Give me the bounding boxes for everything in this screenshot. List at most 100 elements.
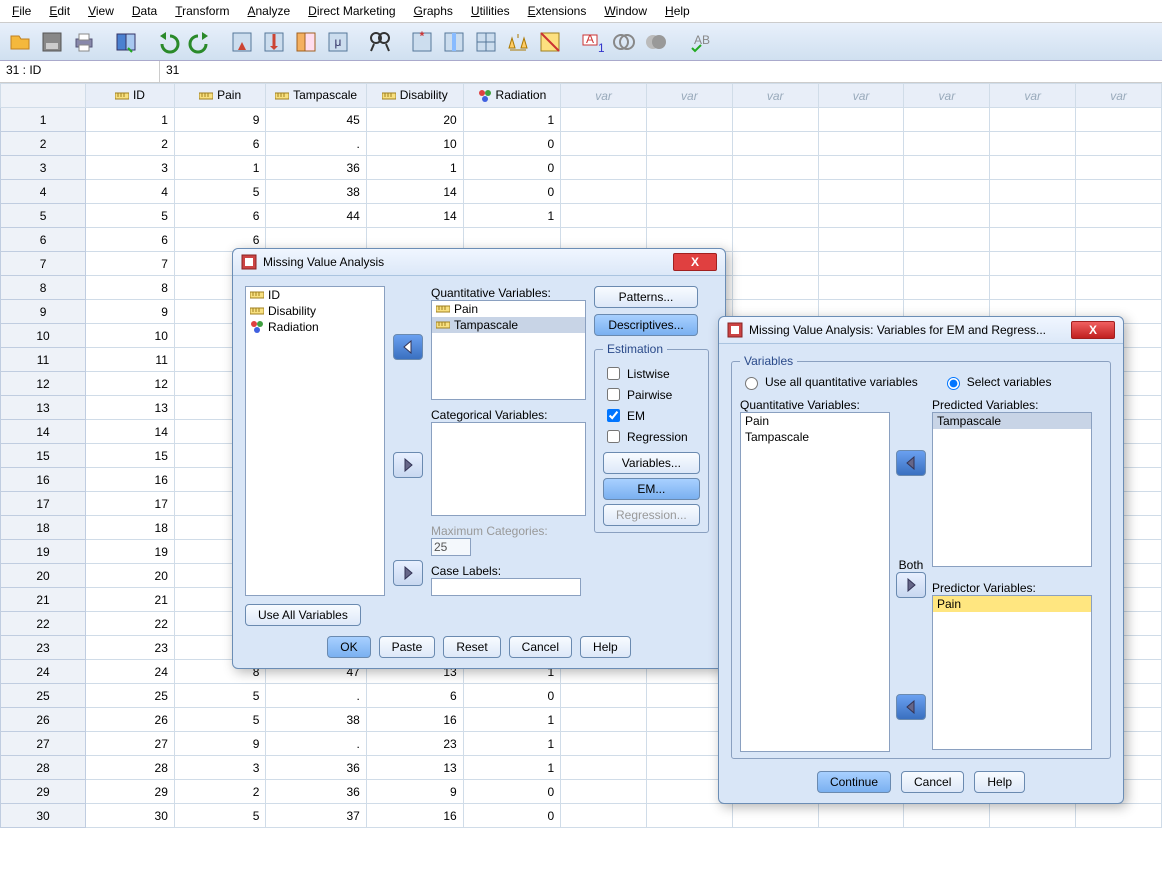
row-header[interactable]: 26 xyxy=(1,708,86,732)
cell[interactable]: 18 xyxy=(86,516,175,540)
quant-item-tampascale[interactable]: Tampascale xyxy=(741,429,889,445)
cell-blank[interactable] xyxy=(990,276,1076,300)
quantitative-variables-list[interactable]: PainTampascale xyxy=(431,300,586,400)
column-header-blank[interactable]: var xyxy=(561,84,647,108)
cell-blank[interactable] xyxy=(904,108,990,132)
descriptives-button[interactable]: Descriptives... xyxy=(594,314,698,336)
variables-button[interactable]: Variables... xyxy=(603,452,700,474)
cell-blank[interactable] xyxy=(561,684,647,708)
cell[interactable]: 6 xyxy=(174,132,266,156)
cell-blank[interactable] xyxy=(1076,132,1162,156)
cell-blank[interactable] xyxy=(818,180,904,204)
reset-button[interactable]: Reset xyxy=(443,636,500,658)
variables-icon[interactable] xyxy=(292,28,320,56)
cell-blank[interactable] xyxy=(818,804,904,828)
cell-blank[interactable] xyxy=(1076,108,1162,132)
cell-blank[interactable] xyxy=(732,252,818,276)
cell-blank[interactable] xyxy=(904,132,990,156)
cell-blank[interactable] xyxy=(732,180,818,204)
cell[interactable]: 0 xyxy=(463,780,560,804)
var-item-disability[interactable]: Disability xyxy=(246,303,384,319)
use-all-variables-button[interactable]: Use All Variables xyxy=(245,604,361,626)
to-predicted-button[interactable] xyxy=(896,450,926,476)
cell-blank[interactable] xyxy=(561,132,647,156)
menu-extensions[interactable]: Extensions xyxy=(520,2,595,20)
em-checkbox[interactable]: EM xyxy=(603,406,700,425)
row-header[interactable]: 21 xyxy=(1,588,86,612)
cell[interactable]: 19 xyxy=(86,540,175,564)
row-header[interactable]: 14 xyxy=(1,420,86,444)
row-header[interactable]: 15 xyxy=(1,444,86,468)
cell[interactable]: 9 xyxy=(86,300,175,324)
pairwise-checkbox[interactable]: Pairwise xyxy=(603,385,700,404)
cell[interactable]: 14 xyxy=(86,420,175,444)
var-item-id[interactable]: ID xyxy=(246,287,384,303)
cell[interactable]: 37 xyxy=(266,804,366,828)
cell-blank[interactable] xyxy=(1076,156,1162,180)
cell-blank[interactable] xyxy=(990,108,1076,132)
cell-blank[interactable] xyxy=(1076,252,1162,276)
cell[interactable]: 13 xyxy=(366,756,463,780)
show-all-icon[interactable] xyxy=(642,28,670,56)
cell[interactable]: 5 xyxy=(86,204,175,228)
close-button[interactable]: X xyxy=(1071,321,1115,339)
row-header[interactable]: 28 xyxy=(1,756,86,780)
row-header[interactable]: 30 xyxy=(1,804,86,828)
cell[interactable]: 36 xyxy=(266,780,366,804)
both-button[interactable] xyxy=(896,572,926,598)
cell-blank[interactable] xyxy=(561,708,647,732)
regression-checkbox[interactable]: Regression xyxy=(603,427,700,446)
menu-window[interactable]: Window xyxy=(596,2,655,20)
cell[interactable]: 1 xyxy=(463,732,560,756)
row-header[interactable]: 29 xyxy=(1,780,86,804)
cell-blank[interactable] xyxy=(561,180,647,204)
cell[interactable]: 15 xyxy=(86,444,175,468)
cell[interactable]: 9 xyxy=(366,780,463,804)
cell[interactable]: 0 xyxy=(463,804,560,828)
dialog-titlebar[interactable]: Missing Value Analysis X xyxy=(233,249,725,276)
cell[interactable]: 45 xyxy=(266,108,366,132)
cell-blank[interactable] xyxy=(904,276,990,300)
menu-file[interactable]: File xyxy=(4,2,39,20)
cell[interactable]: 5 xyxy=(174,804,266,828)
row-header[interactable]: 22 xyxy=(1,612,86,636)
cell[interactable]: 1 xyxy=(86,108,175,132)
cell-blank[interactable] xyxy=(818,204,904,228)
cell-blank[interactable] xyxy=(732,156,818,180)
cell-blank[interactable] xyxy=(990,804,1076,828)
undo-icon[interactable] xyxy=(154,28,182,56)
cell[interactable]: 25 xyxy=(86,684,175,708)
cell[interactable]: 11 xyxy=(86,348,175,372)
cell[interactable]: 30 xyxy=(86,804,175,828)
cell-blank[interactable] xyxy=(561,780,647,804)
row-header[interactable]: 13 xyxy=(1,396,86,420)
cell[interactable]: 0 xyxy=(463,156,560,180)
cell[interactable]: 36 xyxy=(266,756,366,780)
goto-case-icon[interactable] xyxy=(228,28,256,56)
cell-blank[interactable] xyxy=(1076,180,1162,204)
cell[interactable]: 26 xyxy=(86,708,175,732)
cell[interactable]: 16 xyxy=(86,468,175,492)
cell-blank[interactable] xyxy=(1076,204,1162,228)
quant-item-tampascale[interactable]: Tampascale xyxy=(432,317,585,333)
cell-blank[interactable] xyxy=(561,108,647,132)
cell-blank[interactable] xyxy=(990,132,1076,156)
patterns-button[interactable]: Patterns... xyxy=(594,286,698,308)
cell-blank[interactable] xyxy=(1076,228,1162,252)
ok-button[interactable]: OK xyxy=(327,636,370,658)
cell[interactable]: 20 xyxy=(86,564,175,588)
predicted-variables-list[interactable]: Tampascale xyxy=(932,412,1092,567)
cell-blank[interactable] xyxy=(818,108,904,132)
cell[interactable]: 6 xyxy=(174,204,266,228)
cell[interactable]: 22 xyxy=(86,612,175,636)
cell-blank[interactable] xyxy=(732,276,818,300)
cell-blank[interactable] xyxy=(818,132,904,156)
use-all-radio[interactable]: Use all quantitative variables xyxy=(740,374,918,390)
cell[interactable]: 5 xyxy=(174,180,266,204)
quant-item-pain[interactable]: Pain xyxy=(432,301,585,317)
cell[interactable]: 21 xyxy=(86,588,175,612)
row-header[interactable]: 23 xyxy=(1,636,86,660)
cell-blank[interactable] xyxy=(904,228,990,252)
column-header-blank[interactable]: var xyxy=(1076,84,1162,108)
column-header-pain[interactable]: Pain xyxy=(174,84,266,108)
